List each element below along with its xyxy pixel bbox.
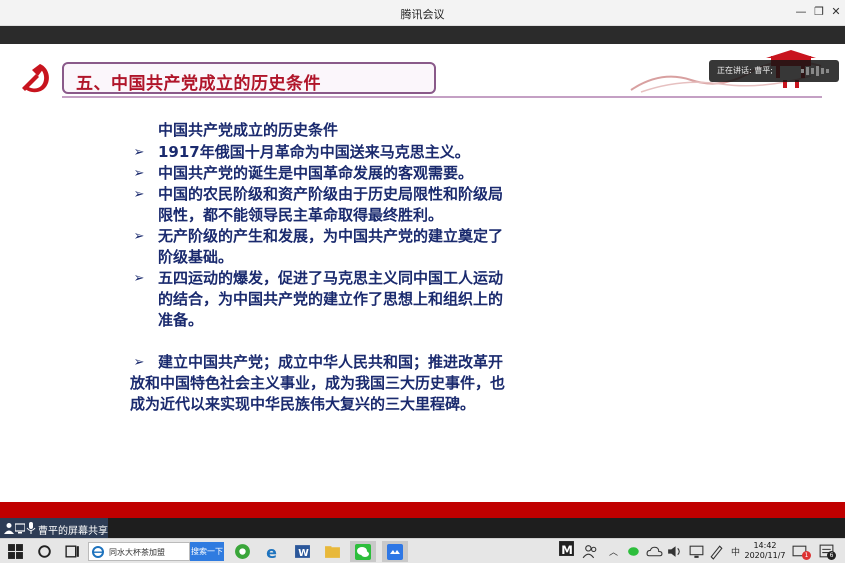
window-titlebar: 腾讯会议 — ❐ ✕ [0,0,845,26]
cloud-tray-icon[interactable] [646,543,663,560]
ime-indicator[interactable]: 中 [731,545,740,558]
meeting-top-strip [0,26,845,44]
bullet-line: 准备。 [158,311,204,329]
slide-footer-bar [0,502,845,518]
bullet-line: 无产阶级的产生和发展，为中国共产党的建立奠定了 [158,227,504,245]
windows-start-icon[interactable] [7,543,24,560]
app-green-icon[interactable] [234,543,251,560]
svg-text:e: e [266,543,277,560]
active-speaker-indicator: 正在讲话: 曹平; [709,60,839,82]
bullet-item: ➢ 无产阶级的产生和发展，为中国共产党的建立奠定了 阶级基础。 [130,226,630,268]
slide-title-box: 五、中国共产党成立的历史条件 [62,62,436,94]
windows-taskbar: 同水大杯茶加盟 搜索一下 e W M ︿ 中 14:42 2020/11/7 1… [0,538,845,563]
bullet-line: 中国共产党的诞生是中国革命发展的客观需要。 [158,164,474,182]
microphone-icon [26,522,36,534]
content-heading: 中国共产党成立的历史条件 [158,121,339,139]
file-explorer-icon[interactable] [324,543,341,560]
shared-slide: 五、中国共产党成立的历史条件 中国共产党成立的历史条件 ➢ 1917年俄国十月革… [0,44,845,502]
screen-share-label: 曹平的屏幕共享 [38,526,108,537]
restore-button[interactable]: ❐ [810,4,828,20]
window-title: 腾讯会议 [400,8,445,21]
bullet-arrow-icon: ➢ [133,166,145,181]
bullet-line: 限性，都不能领导民主革命取得最终胜利。 [158,206,444,224]
message-badge: 1 [802,551,811,560]
m-app-tray-icon[interactable]: M [558,540,575,557]
task-view-icon[interactable] [64,543,81,560]
screen-icon [15,523,25,534]
screen-share-info[interactable]: 曹平的屏幕共享 [0,518,108,538]
clock-date: 2020/11/7 [744,551,786,560]
bullet-arrow-icon: ➢ [133,271,145,286]
title-divider [62,96,822,98]
minimize-button[interactable]: — [792,4,810,20]
wechat-icon [355,543,371,560]
bullet-line: 1917年俄国十月革命为中国送来马克思主义。 [158,143,470,161]
network-icon[interactable] [688,543,705,560]
volume-icon[interactable] [666,543,683,560]
bullet-arrow-icon: ➢ [133,145,145,160]
slide-content: 中国共产党成立的历史条件 ➢ 1917年俄国十月革命为中国送来马克思主义。 ➢ … [130,120,630,415]
final-line: 建立中国共产党；成立中华人民共和国；推进改革开 [158,353,504,371]
taskbar-tencent-meeting-active[interactable] [382,541,408,562]
final-first-line: ➢ 建立中国共产党；成立中华人民共和国；推进改革开 [130,352,630,373]
svg-text:W: W [298,548,309,559]
bullet-item: ➢ 1917年俄国十月革命为中国送来马克思主义。 [130,142,630,163]
close-button[interactable]: ✕ [827,4,845,20]
final-paragraph: ➢ 建立中国共产党；成立中华人民共和国；推进改革开 放和中国特色社会主义事业，成… [130,352,630,415]
audio-wave-icon [801,66,829,76]
bullet-line: 五四运动的爆发，促进了马克思主义同中国工人运动 [158,269,504,287]
party-emblem-icon [15,59,55,99]
bullet-item: ➢ 五四运动的爆发，促进了马克思主义同中国工人运动 的结合，为中国共产党的建立作… [130,268,630,331]
speaker-label: 正在讲话: 曹平; [717,66,773,75]
final-line: 成为近代以来实现中华民族伟大复兴的三大里程碑。 [130,395,476,413]
chevron-up-icon[interactable]: ︿ [609,545,618,558]
bullet-line: 中国的农民阶级和资产阶级由于历史局限性和阶级局 [158,185,504,203]
cortana-icon[interactable] [36,543,53,560]
clock-time: 14:42 [753,541,777,550]
slide-title: 五、中国共产党成立的历史条件 [76,74,321,94]
bullet-line: 的结合，为中国共产党的建立作了思想上和组织上的 [158,290,504,308]
browser-search-box[interactable]: 同水大杯茶加盟 [88,542,190,561]
bullet-item: ➢ 中国的农民阶级和资产阶级由于历史局限性和阶级局 限性，都不能领导民主革命取得… [130,184,630,226]
final-line: 放和中国特色社会主义事业，成为我国三大历史事件，也 [130,374,506,392]
notification-badge: 6 [827,551,836,560]
people-icon[interactable] [582,543,599,560]
wechat-tray-icon[interactable] [626,543,643,560]
ie-browser-icon [92,546,104,558]
bullet-line: 阶级基础。 [158,248,234,266]
system-clock[interactable]: 14:42 2020/11/7 [744,541,786,561]
search-button[interactable]: 搜索一下 [190,542,224,561]
pen-icon[interactable] [708,543,725,560]
bullet-arrow-icon: ➢ [133,187,145,202]
bullet-arrow-icon: ➢ [133,355,145,370]
search-input-text: 同水大杯茶加盟 [109,548,165,557]
bullet-arrow-icon: ➢ [133,229,145,244]
edge-browser-icon[interactable]: e [264,543,281,560]
bullet-item: ➢ 中国共产党的诞生是中国革命发展的客观需要。 [130,163,630,184]
svg-text:M: M [561,543,573,557]
screen-share-bar: 曹平的屏幕共享 [0,518,845,538]
taskbar-wechat-active[interactable] [350,541,376,562]
tencent-meeting-icon [387,543,403,560]
word-app-icon[interactable]: W [294,543,311,560]
user-icon [4,523,14,534]
